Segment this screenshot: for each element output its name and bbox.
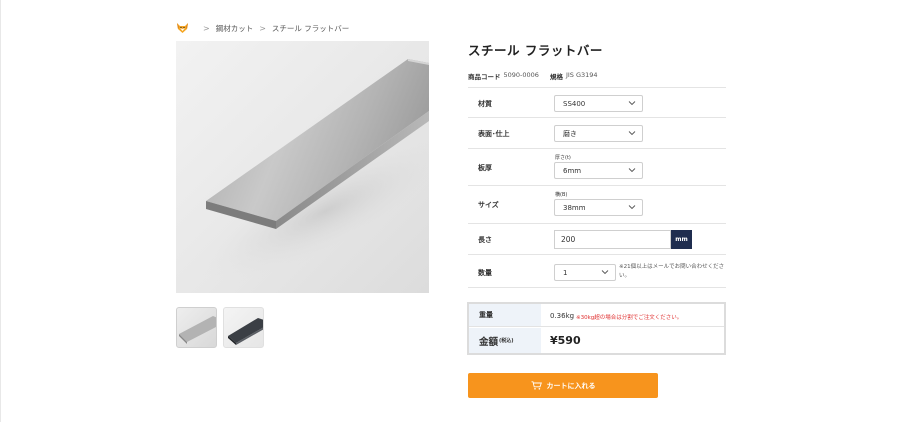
price-label-cell: 金額 (税込)	[469, 328, 541, 353]
spec-table: 材質 SS400 表面･仕上 磨き 板厚 厚さ(t) 6mm サイズ 横(B) …	[468, 87, 726, 288]
spec-row-thickness: 板厚 厚さ(t) 6mm	[468, 148, 726, 185]
quantity-note: ※21個以上はメールでお問い合わせください。	[619, 264, 725, 279]
chevron-down-icon	[628, 101, 636, 106]
breadcrumb: > 鋼材カット > スチール フラットバー	[176, 21, 349, 35]
product-thumbnail-2[interactable]	[223, 307, 264, 348]
size-sublabel: 横(B)	[555, 192, 568, 198]
size-label: サイズ	[478, 201, 499, 209]
product-codes: 商品コード 5090-0006 規格 JIS G3194	[468, 71, 606, 81]
weight-value: 0.36kg	[550, 312, 575, 320]
material-value: SS400	[563, 99, 586, 108]
price-summary: 重量 0.36kg ※30kg超の場合は分割でご注文ください。 金額 (税込) …	[467, 302, 726, 355]
spec-row-material: 材質 SS400	[468, 87, 726, 117]
finish-label: 表面･仕上	[478, 130, 510, 138]
price-label: 金額	[479, 336, 499, 348]
chevron-down-icon	[628, 205, 636, 210]
cart-icon	[531, 381, 542, 390]
product-title: スチール フラットバー	[468, 43, 603, 58]
material-select[interactable]: SS400	[554, 95, 643, 112]
weight-note: ※30kg超の場合は分割でご注文ください。	[576, 315, 683, 321]
weight-row: 重量 0.36kg ※30kg超の場合は分割でご注文ください。	[469, 304, 724, 327]
breadcrumb-separator: >	[203, 23, 210, 33]
price-row: 金額 (税込) ¥590	[469, 328, 724, 353]
quantity-select[interactable]: 1	[554, 264, 616, 281]
fox-logo-icon[interactable]	[176, 22, 189, 34]
thickness-label: 板厚	[478, 164, 492, 172]
thickness-select[interactable]: 6mm	[554, 162, 643, 179]
finish-select[interactable]: 磨き	[554, 125, 643, 142]
add-to-cart-button[interactable]: カートに入れる	[468, 373, 658, 398]
product-code-label: 商品コード	[468, 73, 501, 81]
quantity-label: 数量	[478, 269, 492, 277]
size-select[interactable]: 38mm	[554, 199, 643, 216]
product-thumbnail-1[interactable]	[176, 307, 217, 348]
size-value: 38mm	[563, 203, 586, 212]
spec-row-finish: 表面･仕上 磨き	[468, 117, 726, 148]
chevron-down-icon	[601, 270, 609, 275]
standard-label: 規格	[549, 73, 563, 81]
thickness-value: 6mm	[563, 166, 582, 175]
add-to-cart-label: カートに入れる	[546, 381, 596, 390]
length-label: 長さ	[478, 236, 492, 244]
material-label: 材質	[478, 100, 492, 108]
weight-label: 重量	[469, 304, 541, 326]
product-main-image	[176, 41, 429, 293]
chevron-down-icon	[628, 168, 636, 173]
page-edge-line	[0, 0, 1, 422]
standard-value: JIS G3194	[565, 71, 598, 79]
price-tax-label: (税込)	[499, 338, 514, 344]
length-input[interactable]: 200	[554, 230, 671, 249]
breadcrumb-separator: >	[259, 23, 266, 33]
chevron-down-icon	[628, 131, 636, 136]
spec-row-length: 長さ 200 mm	[468, 223, 726, 254]
length-value: 200	[561, 235, 576, 244]
breadcrumb-item-category[interactable]: 鋼材カット	[216, 23, 254, 34]
quantity-value: 1	[563, 268, 568, 277]
length-unit-badge: mm	[671, 230, 692, 249]
breadcrumb-item-current: スチール フラットバー	[271, 23, 350, 33]
price-value: ¥590	[550, 334, 581, 347]
spec-row-quantity: 数量 1 ※21個以上はメールでお問い合わせください。	[468, 254, 726, 288]
thickness-sublabel: 厚さ(t)	[555, 155, 571, 161]
spec-row-size: サイズ 横(B) 38mm	[468, 185, 726, 223]
finish-value: 磨き	[563, 129, 577, 138]
product-code-value: 5090-0006	[503, 71, 539, 79]
